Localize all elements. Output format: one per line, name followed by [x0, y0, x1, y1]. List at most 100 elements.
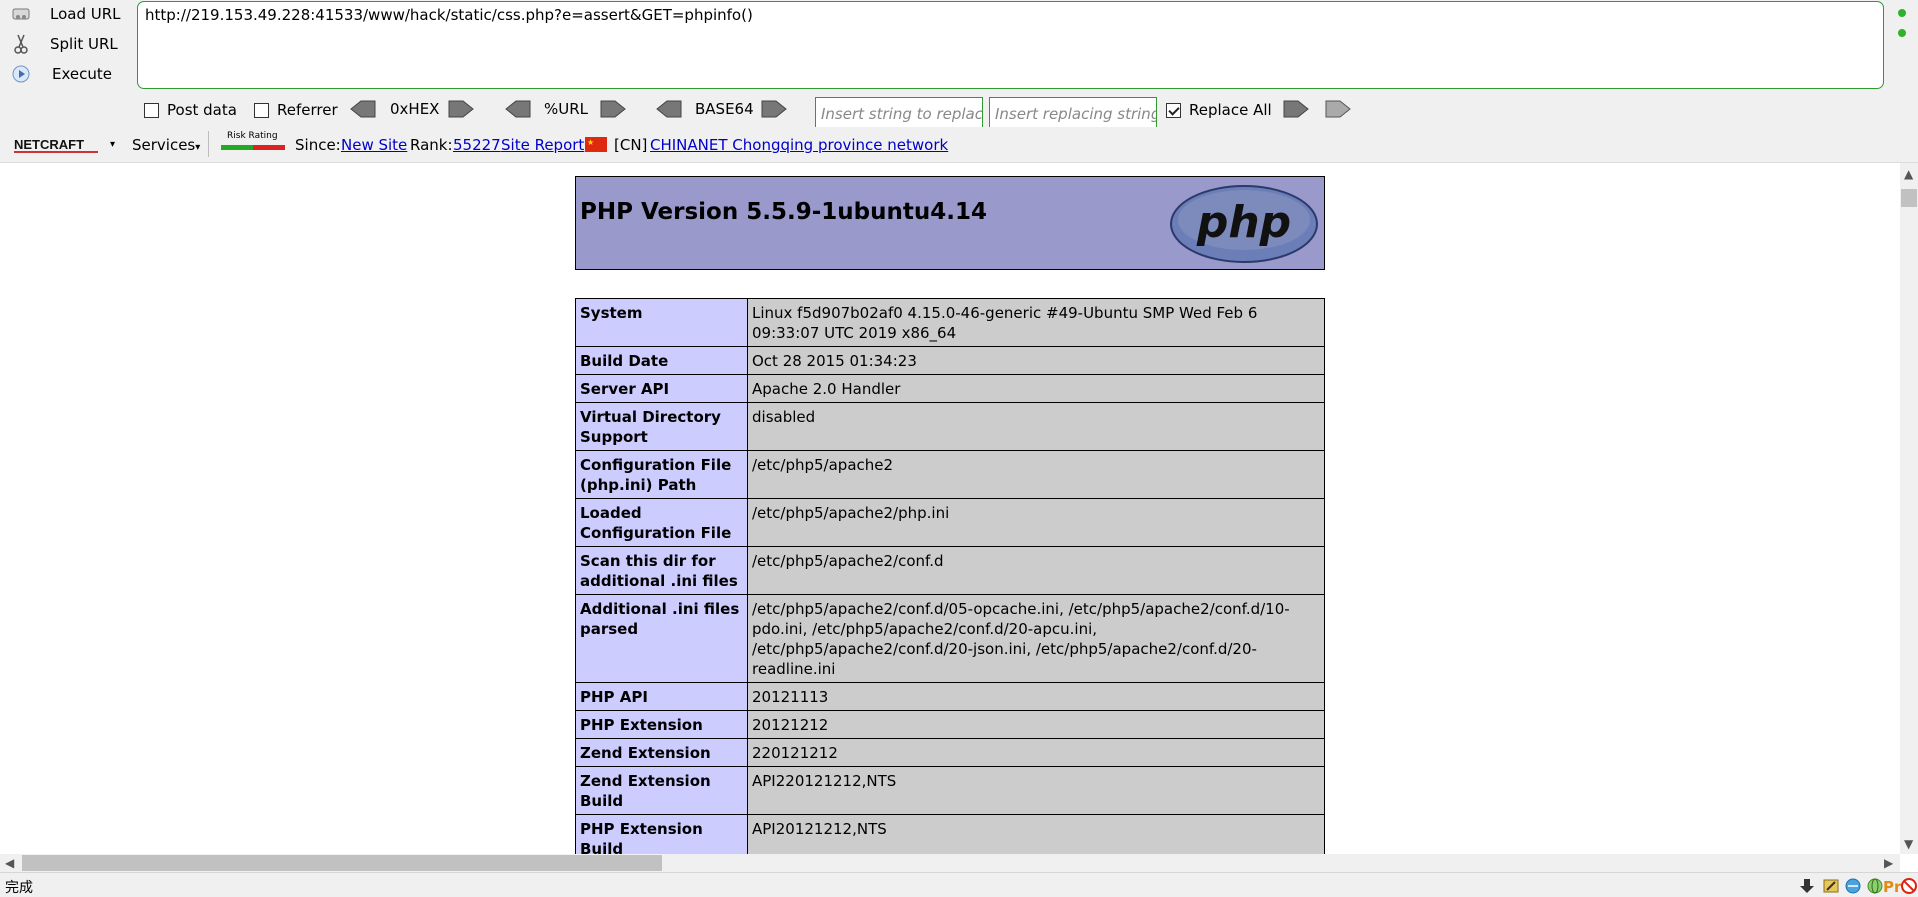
php-logo-icon: php: [1170, 185, 1318, 263]
scroll-up-icon[interactable]: ▲: [1904, 167, 1913, 181]
scissors-icon: [10, 33, 32, 55]
row-value: Apache 2.0 Handler: [747, 374, 1325, 403]
table-row: Zend Extension 220121212: [575, 738, 1325, 767]
replace-find-input[interactable]: Insert string to replace: [815, 97, 983, 131]
table-row: PHP Extension 20121212: [575, 710, 1325, 739]
row-key: Zend Extension Build: [575, 766, 748, 815]
browser-icon[interactable]: [1844, 877, 1862, 895]
row-value: Oct 28 2015 01:34:23: [747, 346, 1325, 375]
replace-all-checkbox[interactable]: Replace All: [1166, 101, 1272, 119]
table-row: PHP Extension Build API20121212,NTS: [575, 814, 1325, 854]
row-key: Zend Extension: [575, 738, 748, 767]
post-data-checkbox[interactable]: Post data: [144, 101, 237, 119]
table-row: Server API Apache 2.0 Handler: [575, 374, 1325, 403]
side-dot-icon: [1898, 9, 1906, 17]
svg-text:php: php: [1196, 197, 1291, 248]
page-viewport: PHP Version 5.5.9-1ubuntu4.14 php System…: [0, 163, 1900, 854]
country-code: [CN]: [614, 136, 648, 154]
hackbar-toolbar: Load URL Split URL Execute http://219.15…: [0, 0, 1918, 131]
play-icon: [10, 63, 32, 85]
since-link[interactable]: New Site: [341, 136, 407, 154]
post-data-label: Post data: [167, 101, 237, 119]
replace-with-input[interactable]: Insert replacing string: [989, 97, 1157, 131]
load-url-label: Load URL: [50, 5, 121, 23]
site-report-link[interactable]: Site Report: [501, 136, 584, 154]
split-url-label: Split URL: [50, 35, 118, 53]
vertical-scrollbar[interactable]: ▲ ▼: [1900, 163, 1918, 854]
hex-encode-arrow-icon[interactable]: [447, 99, 475, 119]
options-row: Post data Referrer 0xHEX %URL BASE64 Ins…: [144, 97, 1904, 131]
checkbox-icon: [254, 102, 269, 118]
table-row: Additional .ini files parsed/etc/php5/ap…: [575, 594, 1325, 683]
replace-arrow-icon[interactable]: [1282, 99, 1310, 119]
table-row: System Linux f5d907b02af0 4.15.0-46-gener…: [575, 298, 1325, 347]
row-value: disabled: [747, 402, 1325, 451]
risk-rating-bar: [221, 145, 285, 150]
row-key: Scan this dir for additional .ini files: [575, 546, 748, 595]
table-row: Scan this dir for additional .ini files /…: [575, 546, 1325, 595]
hex-label: 0xHEX: [390, 100, 440, 118]
table-row: Loaded Configuration File/etc/php5/apach…: [575, 498, 1325, 547]
row-value: 220121212: [747, 738, 1325, 767]
load-url-button[interactable]: Load URL: [10, 2, 121, 26]
hex-decode-arrow-icon[interactable]: [349, 99, 377, 119]
row-value: API20121212,NTS: [747, 814, 1325, 854]
table-row: PHP API 20121113: [575, 682, 1325, 711]
horizontal-scroll-thumb[interactable]: [22, 855, 662, 871]
row-key: Additional .ini files parsed: [575, 594, 748, 683]
checkbox-icon: [144, 102, 159, 118]
page-title: PHP Version 5.5.9-1ubuntu4.14: [580, 199, 987, 225]
replace-next-arrow-icon[interactable]: [1324, 99, 1352, 119]
replace-all-label: Replace All: [1189, 101, 1272, 119]
risk-rating-label: Risk Rating: [227, 131, 278, 141]
scroll-down-icon[interactable]: ▼: [1904, 837, 1913, 851]
row-key: Server API: [575, 374, 748, 403]
split-url-button[interactable]: Split URL: [10, 32, 118, 56]
row-key: PHP Extension Build: [575, 814, 748, 854]
url-encode-arrow-icon[interactable]: [599, 99, 627, 119]
blocked-icon[interactable]: [1900, 877, 1918, 895]
scroll-left-icon[interactable]: ◀: [5, 856, 14, 870]
row-key: Loaded Configuration File: [575, 498, 748, 547]
services-menu[interactable]: Services▾: [132, 136, 200, 154]
side-dot-icon: [1898, 29, 1906, 37]
row-key: Configuration File (php.ini) Path: [575, 450, 748, 499]
table-row: Virtual Directory Support disabled: [575, 402, 1325, 451]
url-input[interactable]: http://219.153.49.228:41533/www/hack/sta…: [137, 1, 1884, 89]
row-value: Linux f5d907b02af0 4.15.0-46-generic #49…: [747, 298, 1325, 347]
row-value: 20121212: [747, 710, 1325, 739]
execute-button[interactable]: Execute: [10, 62, 112, 86]
netcraft-logo[interactable]: NETCRAFT: [12, 133, 100, 159]
load-url-icon: [10, 3, 32, 25]
services-label: Services: [132, 136, 196, 154]
download-icon[interactable]: [1798, 877, 1816, 895]
status-bar: 完成 Pr: [0, 872, 1918, 897]
rank-link[interactable]: 55227: [453, 136, 501, 154]
risk-rating-widget[interactable]: Risk Rating: [219, 131, 287, 155]
row-value: 20121113: [747, 682, 1325, 711]
network-link[interactable]: CHINANET Chongqing province network: [650, 136, 948, 154]
edit-icon[interactable]: [1822, 877, 1840, 895]
row-value: /etc/php5/apache2/conf.d/05-opcache.ini,…: [747, 594, 1325, 683]
netcraft-menu-arrow-icon[interactable]: ▾: [110, 139, 115, 150]
row-key: Build Date: [575, 346, 748, 375]
horizontal-scrollbar[interactable]: ◀ ▶: [0, 854, 1900, 872]
table-row: Zend Extension Build API220121212,NTS: [575, 766, 1325, 815]
table-row: Configuration File (php.ini) Path/etc/ph…: [575, 450, 1325, 499]
referrer-label: Referrer: [277, 101, 338, 119]
row-value: /etc/php5/apache2/php.ini: [747, 498, 1325, 547]
phpinfo-header: PHP Version 5.5.9-1ubuntu4.14 php: [575, 176, 1325, 270]
row-value: /etc/php5/apache2/conf.d: [747, 546, 1325, 595]
scroll-right-icon[interactable]: ▶: [1884, 856, 1893, 870]
table-row: Build Date Oct 28 2015 01:34:23: [575, 346, 1325, 375]
url-decode-arrow-icon[interactable]: [504, 99, 532, 119]
status-text: 完成: [5, 880, 33, 896]
base64-encode-arrow-icon[interactable]: [760, 99, 788, 119]
row-value: /etc/php5/apache2: [747, 450, 1325, 499]
base64-decode-arrow-icon[interactable]: [655, 99, 683, 119]
row-key: PHP API: [575, 682, 748, 711]
referrer-checkbox[interactable]: Referrer: [254, 101, 338, 119]
checkbox-checked-icon: [1166, 102, 1181, 118]
row-key: System: [575, 298, 748, 347]
vertical-scroll-thumb[interactable]: [1901, 189, 1917, 207]
